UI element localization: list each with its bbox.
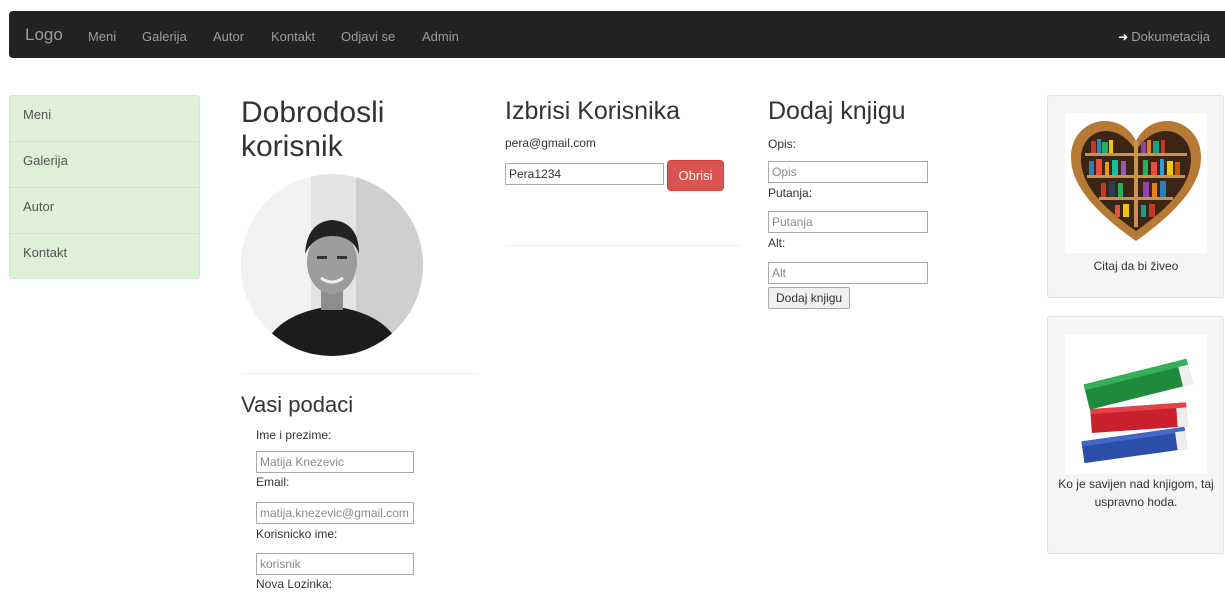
- nav-link-galerija[interactable]: Galerija: [142, 29, 187, 44]
- username-label: Korisnicko ime:: [256, 527, 338, 541]
- delete-button[interactable]: Obrisi: [667, 160, 724, 191]
- avatar-photo: [241, 174, 423, 356]
- sidebar-item-autor[interactable]: Autor: [10, 188, 199, 234]
- nav-link-dokumetacija[interactable]: ➜ Dokumetacija: [1118, 29, 1210, 44]
- book-card: Ko je savijen nad knjigom, taj uspravno …: [1047, 316, 1224, 554]
- new-password-label: Nova Lozinka:: [256, 577, 333, 591]
- email-label: Email:: [256, 475, 290, 489]
- add-book-button[interactable]: Dodaj knjigu: [768, 287, 851, 309]
- full-name-label: Ime i prezime:: [256, 428, 332, 442]
- email-input[interactable]: [256, 502, 414, 524]
- dokumetacija-label: Dokumetacija: [1131, 29, 1210, 44]
- description-label: Opis:: [768, 137, 797, 151]
- sidebar-item-kontakt[interactable]: Kontakt: [10, 234, 199, 280]
- nav-link-admin[interactable]: Admin: [422, 29, 459, 44]
- sidebar-item-meni[interactable]: Meni: [10, 96, 199, 142]
- nav-link-odjavi-se[interactable]: Odjavi se: [341, 29, 395, 44]
- quote-caption: Citaj da bi živeo: [1093, 259, 1179, 273]
- delete-user-input[interactable]: [505, 163, 664, 185]
- brand-logo[interactable]: Logo: [25, 25, 63, 45]
- top-navbar: Logo Meni Galerija Autor Kontakt Odjavi …: [9, 11, 1225, 58]
- path-label: Putanja:: [768, 186, 813, 200]
- profile-divider: [241, 373, 479, 374]
- welcome-heading: Dobrodosli korisnik: [241, 96, 385, 163]
- sign-in-icon: ➜: [1118, 30, 1129, 44]
- delete-user-heading: Izbrisi Korisnika: [505, 97, 681, 125]
- sidebar-item-galerija[interactable]: Galerija: [10, 142, 199, 188]
- sidebar-menu: Meni Galerija Autor Kontakt: [9, 95, 200, 279]
- quote-card: Citaj da bi živeo: [1047, 95, 1224, 298]
- delete-user-email: pera@gmail.com: [505, 136, 596, 150]
- alt-label: Alt:: [768, 236, 786, 250]
- book-stack-image: [1065, 334, 1207, 474]
- username-input[interactable]: [256, 553, 414, 575]
- nav-link-kontakt[interactable]: Kontakt: [271, 29, 315, 44]
- full-name-input[interactable]: [256, 451, 414, 473]
- book-caption: Ko je savijen nad knjigom, taj uspravno …: [1058, 477, 1214, 509]
- avatar: [241, 174, 423, 356]
- your-data-heading: Vasi podaci: [241, 392, 354, 417]
- nav-link-meni[interactable]: Meni: [88, 29, 116, 44]
- nav-link-autor[interactable]: Autor: [213, 29, 244, 44]
- path-input[interactable]: [768, 211, 928, 233]
- alt-input[interactable]: [768, 262, 928, 284]
- add-book-heading: Dodaj knjigu: [768, 97, 906, 125]
- delete-divider: [505, 245, 741, 246]
- heart-bookshelf-image: [1065, 113, 1207, 253]
- description-input[interactable]: [768, 161, 928, 183]
